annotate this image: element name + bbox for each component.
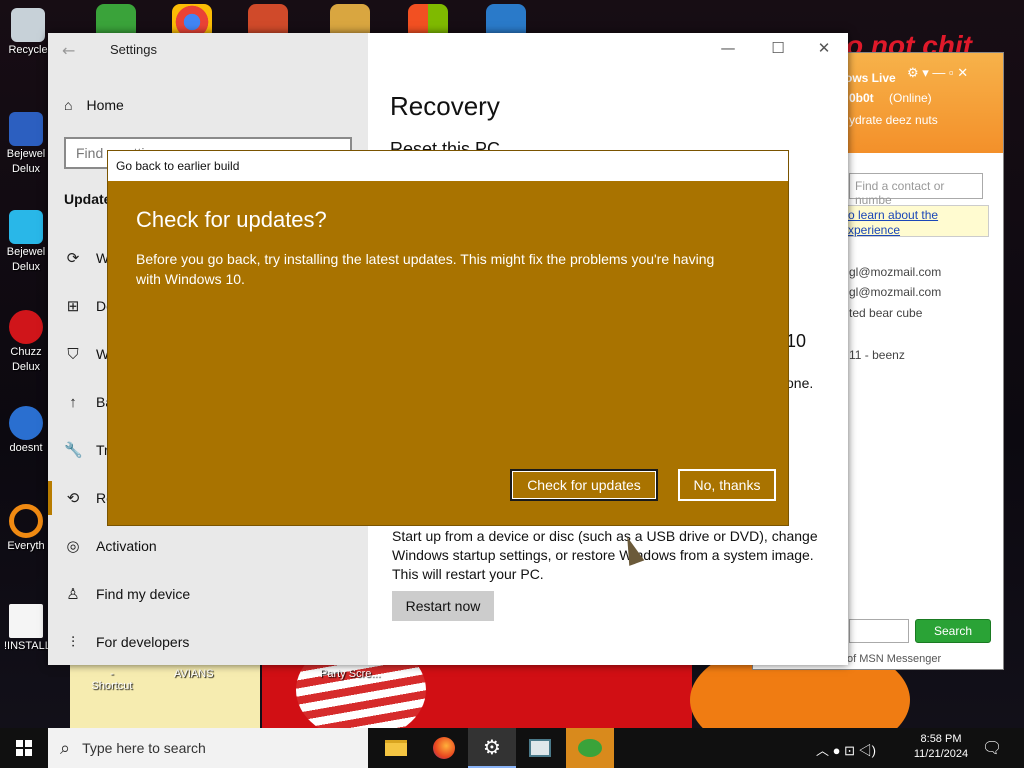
msn-personal-message[interactable]: ydrate deez nuts — [849, 113, 938, 127]
settings-taskbar-icon[interactable]: ⚙ — [468, 728, 516, 768]
advanced-startup-text: Start up from a device or disc (such as … — [392, 528, 818, 582]
desktop-label: Party Scre... — [320, 668, 381, 680]
tray-icons[interactable]: ︿ ● ⊡ ◁) — [816, 740, 876, 759]
go-back-dialog: Go back to earlier build Check for updat… — [107, 150, 789, 526]
msn-contact[interactable]: gl@mozmail.com — [849, 265, 941, 279]
activation-icon: ◎ — [66, 538, 80, 555]
clock[interactable]: 8:58 PM 11/21/2024 — [912, 733, 970, 760]
bejeweled-deluxe-icon[interactable]: Bejewel Delux — [4, 210, 48, 274]
start-button[interactable] — [0, 728, 48, 768]
msn-username[interactable]: 0b0t — [849, 91, 874, 105]
install-file-icon[interactable]: !INSTALL — [4, 604, 51, 653]
nav-activation[interactable]: ◎ Activation — [48, 526, 368, 566]
windows-logo-icon — [16, 740, 32, 756]
backup-icon: ↑ — [69, 393, 77, 411]
msn-search-button[interactable]: Search — [915, 619, 991, 643]
msn-status[interactable]: (Online) — [889, 91, 932, 105]
text-fragment: one. — [786, 375, 814, 391]
app-taskbar-icon[interactable] — [516, 728, 564, 768]
section-heading: Update — [64, 191, 112, 207]
find-device-icon: ♙ — [66, 586, 80, 603]
nav-for-developers[interactable]: ⫶ For developers — [48, 622, 368, 662]
msn-taskbar-icon[interactable] — [566, 728, 614, 768]
msn-contact[interactable]: 11 - beenz — [849, 348, 905, 362]
taskbar: ⌕ Type here to search ⚙ ︿ ● ⊡ ◁) 8:58 PM… — [0, 728, 1024, 768]
dialog-heading: Check for updates? — [136, 207, 327, 232]
developers-icon: ⫶ — [71, 633, 75, 651]
dialog-body: Before you go back, try installing the l… — [136, 251, 715, 287]
nav-find-my-device[interactable]: ♙ Find my device — [48, 574, 368, 614]
msn-contact[interactable]: ted bear cube — [849, 306, 922, 320]
msn-contact-search[interactable]: Find a contact or numbe — [849, 173, 983, 207]
chuzzle-icon[interactable]: Chuzz Delux — [4, 310, 48, 374]
shield-icon: ⛉ — [67, 345, 79, 363]
msn-settings-icon[interactable]: ⚙ ▾ — ▫ ✕ — [907, 65, 968, 81]
everything-icon[interactable]: Everyth — [4, 504, 48, 553]
recovery-icon: ⟲ — [66, 490, 80, 507]
page-title: Recovery — [390, 91, 500, 121]
troubleshoot-icon: 🔧 — [64, 442, 83, 459]
text-fragment: 10 — [786, 331, 807, 351]
msn-footer: of MSN Messenger — [847, 653, 942, 665]
msn-info-link[interactable]: o learn about the xperience — [843, 205, 989, 237]
restart-now-button[interactable]: Restart now — [392, 591, 494, 621]
delivery-optimization-icon: ⊞ — [66, 298, 80, 315]
home-icon: ⌂ — [64, 97, 73, 113]
firefox-icon[interactable] — [420, 728, 468, 768]
dialog-title: Go back to earlier build — [108, 151, 788, 181]
taskbar-search[interactable]: ⌕ Type here to search — [48, 728, 368, 768]
desktop-label: AVIANS — [174, 668, 214, 680]
msn-title: ows Live — [845, 71, 896, 85]
search-icon: ⌕ — [60, 737, 71, 758]
window-title: Settings — [110, 42, 157, 57]
refresh-icon: ⟳ — [66, 250, 80, 267]
back-arrow-icon[interactable]: ← — [62, 41, 75, 60]
notification-icon[interactable]: 🗨 — [982, 738, 1002, 758]
msn-contact[interactable]: gl@mozmail.com — [849, 285, 941, 299]
desktop-label: - Shortcut — [91, 668, 133, 692]
recycle-bin-icon[interactable]: Recycle — [6, 8, 50, 57]
shortcut-icon[interactable]: doesnt — [4, 406, 48, 455]
home-nav[interactable]: ⌂ Home — [64, 97, 124, 113]
check-for-updates-button[interactable]: Check for updates — [510, 469, 658, 501]
minimize-button[interactable]: — — [708, 39, 748, 57]
no-thanks-button[interactable]: No, thanks — [678, 469, 776, 501]
selected-indicator — [48, 481, 52, 515]
maximize-button[interactable]: ☐ — [758, 39, 798, 57]
bejeweled-icon[interactable]: Bejewel Delux — [4, 112, 48, 176]
file-explorer-icon[interactable] — [372, 728, 420, 768]
msn-bottom-search-input[interactable] — [849, 619, 909, 643]
close-button[interactable]: ✕ — [804, 39, 844, 57]
